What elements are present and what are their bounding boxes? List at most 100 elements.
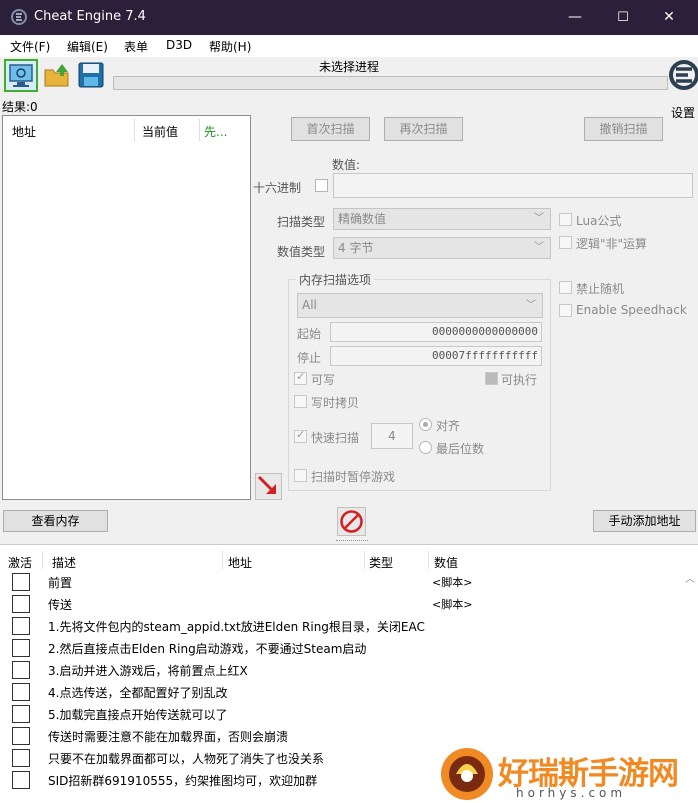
executable-checkbox[interactable] [485,372,498,385]
writable-label: 可写 [311,373,336,387]
table-row[interactable]: 传送 <脚本> [0,593,680,615]
window-title: Cheat Engine 7.4 [34,9,146,24]
header-address[interactable]: 地址 [228,554,252,571]
value-type-select[interactable]: 4 字节 ﹀ [333,237,551,259]
chevron-down-icon: ﹀ [534,242,544,253]
scroll-up-icon[interactable]: ︿ [685,570,695,585]
table-row[interactable]: 前置 <脚本> [0,571,680,593]
row-description: 传送时需要注意不能在加载界面，否则会崩溃 [48,730,289,744]
row-active-checkbox[interactable] [12,595,30,613]
header-divider [222,551,223,569]
header-description[interactable]: 描述 [52,554,76,571]
align-label: 对齐 [436,419,461,433]
add-address-manually-button[interactable]: 手动添加地址 [593,510,696,532]
header-divider [428,551,429,569]
table-row[interactable]: 2.然后直接点击Elden Ring启动游戏，不要通过Steam启动 [0,637,680,659]
memory-region-value: All [302,298,317,312]
speedhack-checkbox[interactable] [559,304,572,317]
menu-d3d[interactable]: D3D [166,38,192,52]
row-description: 传送 [48,598,73,612]
table-row[interactable]: 3.启动并进入游戏后，将前置点上红X [0,659,680,681]
scan-type-label: 扫描类型 [277,215,326,229]
last-digits-radio[interactable] [419,441,432,454]
row-active-checkbox[interactable] [12,639,30,657]
align-radio[interactable] [419,418,432,431]
minimize-button[interactable]: — [552,0,598,35]
undo-scan-button[interactable]: 撤销扫描 [584,117,663,141]
results-count: 结果:0 [2,100,38,114]
lua-formula-label: Lua公式 [576,214,622,228]
header-value[interactable]: 数值 [434,554,458,571]
table-row[interactable]: 4.点选传送，全都配置好了别乱改 [0,681,680,703]
stop-address-input[interactable]: 00007fffffffffff [330,346,542,366]
row-description: 1.先将文件包内的steam_appid.txt放进Elden Ring根目录，… [48,620,425,634]
stop-label: 停止 [297,351,322,365]
menu-help[interactable]: 帮助(H) [209,38,251,55]
header-divider [364,551,365,569]
maximize-button[interactable]: ☐ [600,0,646,35]
memory-region-select[interactable]: All ﹀ [297,293,543,318]
row-active-checkbox[interactable] [12,727,30,745]
speedhack-label: Enable Speedhack [576,303,687,317]
row-description: 2.然后直接点击Elden Ring启动游戏，不要通过Steam启动 [48,642,367,656]
value-input[interactable] [333,173,693,198]
menu-edit[interactable]: 编辑(E) [67,38,108,55]
red-arrow-icon [257,475,276,494]
column-previous-value[interactable]: 先... [204,123,227,140]
column-address[interactable]: 地址 [12,123,36,140]
disable-random-checkbox[interactable] [559,281,572,294]
lua-formula-checkbox[interactable] [559,213,572,226]
row-active-checkbox[interactable] [12,573,30,591]
next-scan-button[interactable]: 再次扫描 [384,117,463,141]
row-active-checkbox[interactable] [12,661,30,679]
start-address-input[interactable]: 0000000000000000 [330,322,542,342]
cheat-engine-app-icon [11,9,27,25]
header-type[interactable]: 类型 [369,554,393,571]
copy-on-write-label: 写时拷贝 [311,396,360,410]
table-row[interactable]: 1.先将文件包内的steam_appid.txt放进Elden Ring根目录，… [0,615,680,637]
view-memory-button[interactable]: 查看内存 [3,510,108,532]
hex-label: 十六进制 [253,181,302,195]
fast-scan-checkbox[interactable] [294,428,307,443]
row-description: 4.点选传送，全都配置好了别乱改 [48,686,228,700]
clear-list-button[interactable] [337,507,366,536]
row-description: 前置 [48,576,73,590]
hex-checkbox[interactable] [315,179,328,192]
logic-not-checkbox[interactable] [559,236,572,249]
start-label: 起始 [297,327,322,341]
table-row[interactable]: 5.加载完直接点开始传送就可以了 [0,703,680,725]
pause-game-label: 扫描时暂停游戏 [311,470,396,484]
value-type-value: 4 字节 [338,241,374,255]
row-active-checkbox[interactable] [12,617,30,635]
settings-label[interactable]: 设置 [671,104,695,121]
row-description: 只要不在加载界面都可以，人物死了消失了也没关系 [48,752,325,766]
row-active-checkbox[interactable] [12,749,30,767]
row-active-checkbox[interactable] [12,771,30,789]
watermark: 好瑞斯手游网 horhys.com [436,744,698,803]
chevron-down-icon: ﹀ [526,300,536,311]
header-active[interactable]: 激活 [8,554,32,571]
close-button[interactable]: ✕ [646,0,692,35]
row-description: 5.加载完直接点开始传送就可以了 [48,708,228,722]
results-list[interactable]: 地址 当前值 先... [2,115,251,500]
column-current-value[interactable]: 当前值 [142,123,178,140]
chevron-down-icon: ﹀ [534,213,544,224]
splitter-grip [336,540,368,542]
first-scan-button[interactable]: 首次扫描 [291,117,370,141]
add-to-list-button[interactable] [255,473,282,500]
writable-checkbox[interactable] [294,370,307,385]
column-divider [134,119,135,141]
copy-on-write-checkbox[interactable] [294,395,307,408]
settings-logo-icon [669,60,698,90]
no-entry-icon [340,510,363,533]
menu-file[interactable]: 文件(F) [10,38,50,55]
pause-game-checkbox[interactable] [294,469,307,482]
scan-type-select[interactable]: 精确数值 ﹀ [333,208,551,230]
cheat-engine-logo[interactable] [666,58,698,98]
row-active-checkbox[interactable] [12,705,30,723]
row-active-checkbox[interactable] [12,683,30,701]
menu-table[interactable]: 表单 [124,38,148,55]
watermark-url: horhys.com [516,786,627,800]
fast-scan-value-input[interactable]: 4 [371,423,413,449]
value-label: 数值: [332,158,361,172]
